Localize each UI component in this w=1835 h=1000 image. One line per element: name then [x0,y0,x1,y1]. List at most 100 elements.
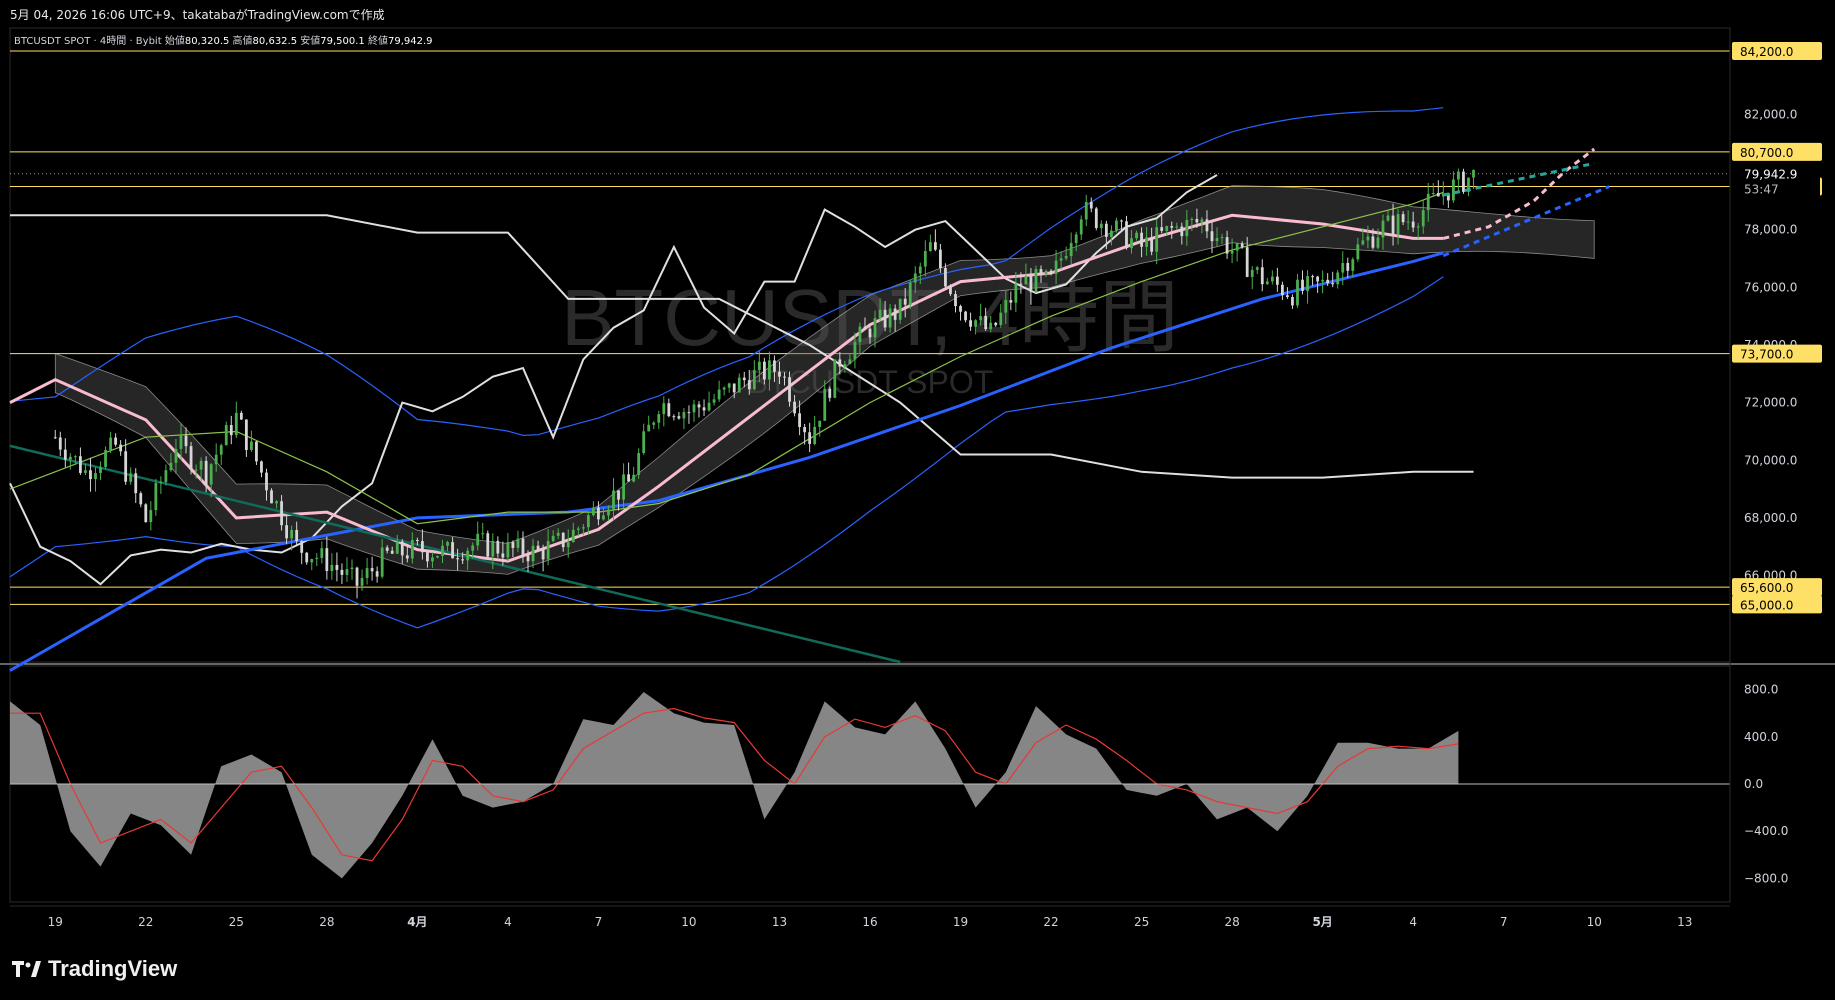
candle[interactable] [511,542,515,548]
candle[interactable] [461,559,465,561]
candle[interactable] [1084,202,1088,220]
candle[interactable] [179,435,183,449]
candle[interactable] [893,308,897,320]
candle[interactable] [833,359,837,398]
candle[interactable] [340,569,344,575]
candle[interactable] [1371,236,1375,248]
candle[interactable] [436,555,439,558]
candle[interactable] [431,557,434,562]
candle[interactable] [808,432,812,444]
candle[interactable] [1019,283,1023,285]
candle[interactable] [1059,258,1063,261]
candle[interactable] [667,403,671,417]
candle[interactable] [476,533,480,546]
candle[interactable] [1014,283,1018,303]
candle[interactable] [556,532,560,536]
candle[interactable] [1396,214,1400,235]
candle[interactable] [1170,226,1174,228]
candle[interactable] [1215,237,1219,242]
candle[interactable] [788,377,791,402]
candle[interactable] [295,529,299,542]
candle[interactable] [1230,250,1234,254]
candle[interactable] [1457,171,1460,180]
candle[interactable] [219,445,223,455]
candle[interactable] [1195,219,1199,223]
candle[interactable] [1472,169,1475,178]
candle[interactable] [260,461,263,473]
candle[interactable] [923,251,927,267]
candle[interactable] [1029,276,1033,293]
candle[interactable] [536,545,540,550]
candle[interactable] [129,473,133,482]
candle[interactable] [863,326,867,329]
candle[interactable] [255,441,258,462]
candle[interactable] [1110,230,1113,237]
candle[interactable] [265,472,268,491]
candle[interactable] [204,460,208,485]
candle[interactable] [109,437,112,451]
candle[interactable] [994,322,998,326]
candle[interactable] [1104,223,1108,237]
candle[interactable] [707,402,711,411]
candle[interactable] [209,464,213,485]
candle[interactable] [1069,243,1073,257]
candle[interactable] [199,460,203,470]
candle[interactable] [350,567,354,570]
candle[interactable] [989,322,993,330]
candle[interactable] [174,448,178,463]
candle[interactable] [149,510,153,523]
candle[interactable] [888,308,892,328]
candle[interactable] [1326,279,1330,284]
candle[interactable] [234,412,238,436]
candle[interactable] [1120,220,1123,222]
candle[interactable] [395,541,399,554]
candle[interactable] [1099,223,1103,228]
candle[interactable] [270,490,273,504]
candle[interactable] [1291,297,1294,306]
candle[interactable] [597,507,600,520]
candle[interactable] [300,541,304,553]
candle[interactable] [420,541,424,553]
candle[interactable] [1049,270,1053,274]
candle[interactable] [1386,215,1390,221]
candle[interactable] [898,298,902,320]
candle[interactable] [1321,279,1325,282]
candle[interactable] [1416,226,1420,228]
candle[interactable] [1462,171,1465,192]
candle[interactable] [1004,300,1008,313]
candle[interactable] [1140,232,1143,247]
candle[interactable] [526,555,530,562]
candle[interactable] [104,450,107,467]
candle[interactable] [933,242,937,250]
candle[interactable] [1406,221,1410,223]
candle[interactable] [566,542,570,548]
candle[interactable] [602,515,605,520]
candle[interactable] [1341,262,1345,273]
candle[interactable] [682,412,686,419]
candle[interactable] [918,266,922,274]
candle[interactable] [652,422,656,425]
candle[interactable] [1094,208,1098,228]
candle[interactable] [783,376,786,378]
candle[interactable] [657,414,661,423]
candle[interactable] [908,282,912,305]
candle[interactable] [385,547,389,551]
candle[interactable] [79,456,82,473]
candle[interactable] [405,555,409,559]
candle[interactable] [1200,219,1204,223]
candle[interactable] [189,446,193,470]
candle[interactable] [1155,227,1159,252]
candle[interactable] [1296,279,1299,306]
candle[interactable] [642,431,646,454]
candle[interactable] [541,549,545,560]
candle[interactable] [692,404,696,413]
candle[interactable] [1135,232,1138,239]
candle[interactable] [486,533,490,557]
candle[interactable] [928,242,932,252]
candle[interactable] [325,548,329,571]
candle[interactable] [1009,300,1013,303]
candle[interactable] [1331,283,1335,285]
candle[interactable] [803,427,807,433]
candle[interactable] [607,509,610,516]
candle[interactable] [1346,262,1350,271]
